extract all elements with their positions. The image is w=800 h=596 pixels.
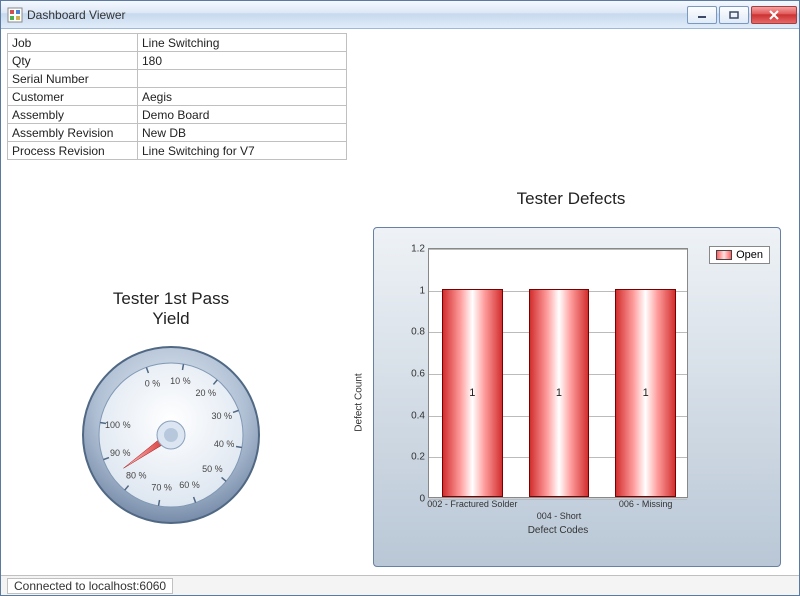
table-row: Process RevisionLine Switching for V7: [8, 142, 347, 160]
info-label: Serial Number: [8, 70, 138, 88]
svg-text:70 %: 70 %: [151, 483, 172, 493]
svg-text:10 %: 10 %: [170, 376, 191, 386]
chart-legend: Open: [709, 246, 770, 264]
info-value: 180: [138, 52, 347, 70]
app-icon: [7, 7, 23, 23]
svg-text:100 %: 100 %: [105, 420, 131, 430]
info-label: Assembly Revision: [8, 124, 138, 142]
info-value: Line Switching: [138, 34, 347, 52]
info-label: Job: [8, 34, 138, 52]
y-tick: 0: [419, 494, 425, 505]
bar-value-label: 1: [615, 387, 676, 399]
svg-text:90 %: 90 %: [110, 448, 131, 458]
bar-value-label: 1: [442, 387, 503, 399]
y-tick: 0.6: [411, 369, 425, 380]
x-tick: 004 - Short: [537, 511, 582, 521]
info-label: Qty: [8, 52, 138, 70]
minimize-button[interactable]: [687, 6, 717, 24]
info-value: Line Switching for V7: [138, 142, 347, 160]
window-title: Dashboard Viewer: [27, 8, 687, 22]
info-value: Demo Board: [138, 106, 347, 124]
gauge-icon: 0 % 10 % 20 % 30 % 40 % 50 %60 % 70 % 80 % 90 % 1…: [71, 335, 271, 535]
svg-text:60 %: 60 %: [179, 480, 200, 490]
window-controls: [687, 6, 797, 24]
gauge-title: Tester 1st Pass Yield: [41, 289, 301, 329]
maximize-button[interactable]: [719, 6, 749, 24]
y-tick: 1.2: [411, 244, 425, 255]
table-row: CustomerAegis: [8, 88, 347, 106]
svg-text:0 %: 0 %: [145, 379, 161, 389]
connection-status: Connected to localhost:6060: [7, 578, 173, 594]
chart-panel: Open Defect Count Defect Codes 00.20.40.…: [373, 227, 781, 567]
chart-title: Tester Defects: [371, 189, 771, 209]
y-tick: 1: [419, 285, 425, 296]
info-value: [138, 70, 347, 88]
table-row: Serial Number: [8, 70, 347, 88]
info-value: Aegis: [138, 88, 347, 106]
table-row: JobLine Switching: [8, 34, 347, 52]
info-table: JobLine SwitchingQty180Serial NumberCust…: [7, 33, 347, 160]
chart-plot-area: Defect Codes 00.20.40.60.811.21002 - Fra…: [428, 248, 688, 498]
bar-value-label: 1: [529, 387, 590, 399]
gauge-panel: Tester 1st Pass Yield: [41, 289, 301, 540]
y-axis-label: Defect Count: [354, 373, 365, 431]
y-tick: 0.2: [411, 452, 425, 463]
info-label: Customer: [8, 88, 138, 106]
info-label: Assembly: [8, 106, 138, 124]
y-tick: 0.4: [411, 410, 425, 421]
x-axis-label: Defect Codes: [429, 525, 687, 536]
status-bar: Connected to localhost:6060: [1, 575, 799, 595]
svg-text:40 %: 40 %: [214, 439, 235, 449]
svg-text:50 %: 50 %: [202, 464, 223, 474]
table-row: AssemblyDemo Board: [8, 106, 347, 124]
svg-text:30 %: 30 %: [211, 411, 232, 421]
gridline: [429, 249, 687, 250]
titlebar[interactable]: Dashboard Viewer: [1, 1, 799, 29]
table-row: Qty180: [8, 52, 347, 70]
client-area: JobLine SwitchingQty180Serial NumberCust…: [1, 29, 799, 575]
info-value: New DB: [138, 124, 347, 142]
svg-text:80 %: 80 %: [126, 471, 147, 481]
info-label: Process Revision: [8, 142, 138, 160]
legend-swatch-icon: [716, 250, 732, 260]
legend-label: Open: [736, 249, 763, 261]
close-button[interactable]: [751, 6, 797, 24]
x-tick: 006 - Missing: [619, 499, 673, 509]
app-window: Dashboard Viewer JobLine SwitchingQty180…: [0, 0, 800, 596]
svg-text:20 %: 20 %: [195, 388, 216, 398]
table-row: Assembly RevisionNew DB: [8, 124, 347, 142]
y-tick: 0.8: [411, 327, 425, 338]
x-tick: 002 - Fractured Solder: [427, 499, 517, 509]
